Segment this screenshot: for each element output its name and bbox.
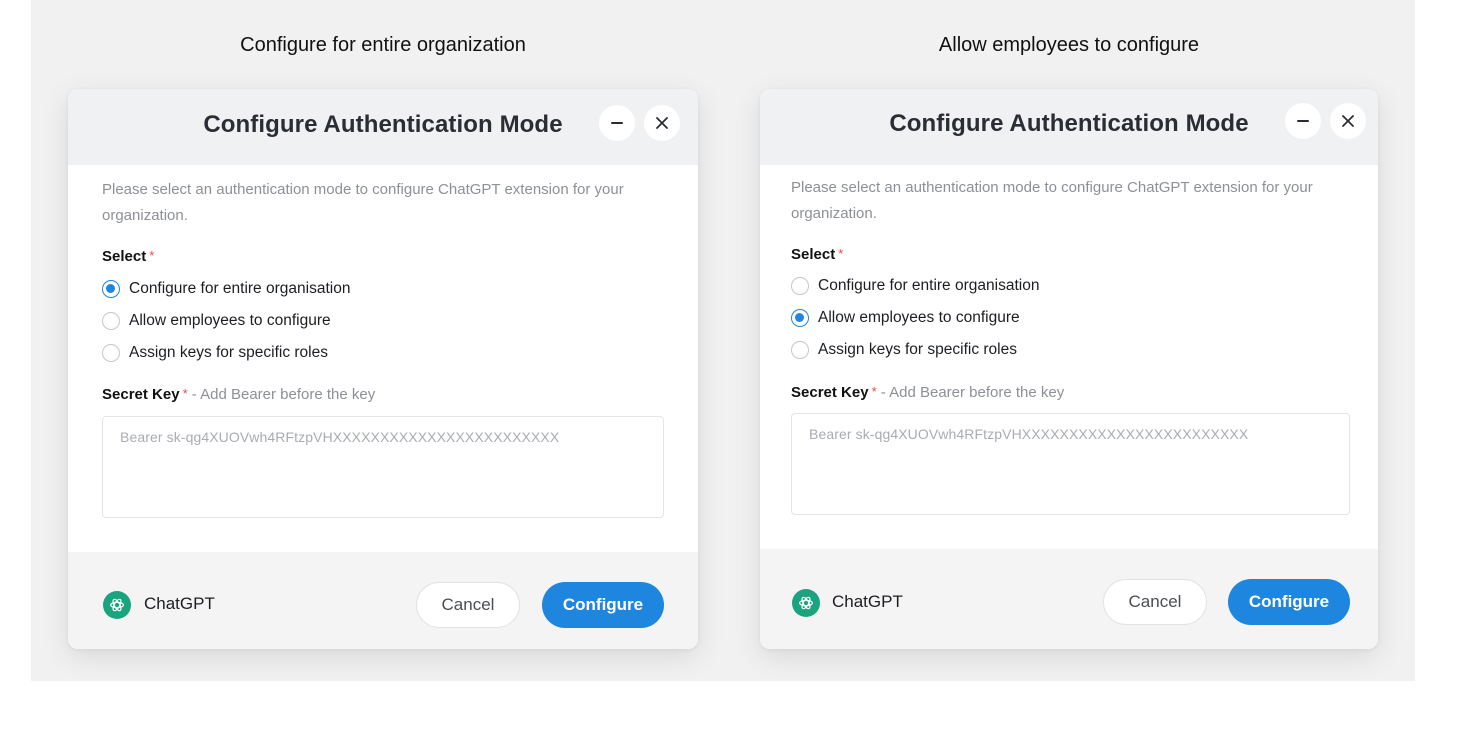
radio-label: Allow employees to configure [818,309,1020,326]
secret-key-input[interactable]: Bearer sk-qg4XUOVwh4RFtzpVHXXXXXXXXXXXXX… [102,416,664,518]
auth-mode-dialog: Configure Authentication Mode Please sel… [68,89,698,649]
minimize-button[interactable] [1285,103,1321,139]
panel-caption: Allow employees to configure [938,34,1200,56]
close-icon [1341,114,1355,128]
dialog-header: Configure Authentication Mode [68,89,698,165]
dialog-footer: ChatGPT Cancel Configure [760,549,1378,649]
radio-button[interactable] [791,277,809,295]
radio-option-entire-organisation[interactable]: Configure for entire organisation [102,277,350,301]
select-label-text: Select [102,248,147,265]
radio-label: Assign keys for specific roles [129,344,328,361]
chatgpt-logo-icon [103,591,131,619]
minus-icon [610,116,624,130]
minus-icon [1296,114,1310,128]
close-icon [655,116,669,130]
app-name: ChatGPT [144,594,215,613]
secret-key-label: Secret Key * - Add Bearer before the key [102,386,375,403]
minimize-button[interactable] [599,105,635,141]
radio-option-entire-organisation[interactable]: Configure for entire organisation [791,274,1039,298]
select-label: Select * [102,248,154,265]
radio-button[interactable] [791,341,809,359]
radio-label: Configure for entire organisation [129,280,351,297]
auth-mode-dialog: Configure Authentication Mode Please sel… [760,89,1378,649]
dialog-description: Please select an authentication mode to … [791,179,1313,222]
chatgpt-logo-icon [792,589,820,617]
secret-key-hint: - Add Bearer before the key [876,384,1065,401]
configure-button[interactable]: Configure [1228,579,1350,625]
radio-button[interactable] [102,280,120,298]
dialog-description: Please select an authentication mode to … [102,181,624,224]
required-mark: * [838,246,844,261]
radio-button[interactable] [102,344,120,362]
radio-label: Configure for entire organisation [818,277,1040,294]
secret-key-label-text: Secret Key [791,384,869,401]
select-label: Select * [791,246,843,263]
dialog-footer: ChatGPT Cancel Configure [68,552,698,649]
radio-option-specific-roles[interactable]: Assign keys for specific roles [791,338,1017,362]
configure-button[interactable]: Configure [542,582,664,628]
secret-key-hint: - Add Bearer before the key [187,386,376,403]
panel-caption: Configure for entire organization [240,34,526,56]
dialog-header: Configure Authentication Mode [760,89,1378,165]
radio-button[interactable] [791,309,809,327]
required-mark: * [149,248,155,263]
radio-label: Assign keys for specific roles [818,341,1017,358]
app-name: ChatGPT [832,592,903,611]
radio-option-specific-roles[interactable]: Assign keys for specific roles [102,341,328,365]
radio-label: Allow employees to configure [129,312,331,329]
radio-button[interactable] [102,312,120,330]
secret-key-label: Secret Key * - Add Bearer before the key [791,384,1064,401]
secret-key-input[interactable]: Bearer sk-qg4XUOVwh4RFtzpVHXXXXXXXXXXXXX… [791,413,1350,515]
close-button[interactable] [1330,103,1366,139]
select-label-text: Select [791,246,836,263]
close-button[interactable] [644,105,680,141]
radio-option-allow-employees[interactable]: Allow employees to configure [102,309,331,333]
secret-key-label-text: Secret Key [102,386,180,403]
cancel-button[interactable]: Cancel [1103,579,1207,625]
cancel-button[interactable]: Cancel [416,582,520,628]
radio-option-allow-employees[interactable]: Allow employees to configure [791,306,1020,330]
